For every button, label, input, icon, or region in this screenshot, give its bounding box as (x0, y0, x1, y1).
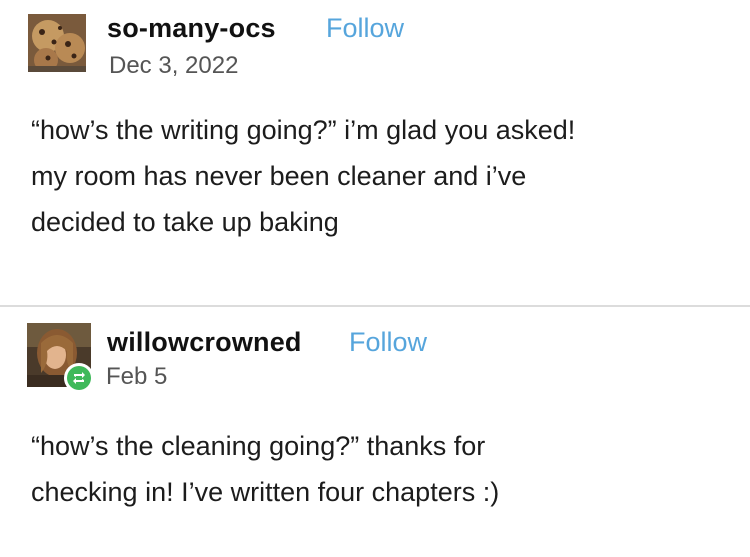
post-date: Feb 5 (106, 363, 168, 390)
post-date: Dec 3, 2022 (109, 52, 239, 79)
post-card: willowcrowned Follow Feb 5 “how’s the cl… (0, 307, 750, 557)
post-body-line: “how’s the cleaning going?” thanks for (31, 431, 486, 461)
post-card: so-many-ocs Follow Dec 3, 2022 “how’s th… (0, 0, 750, 306)
username[interactable]: willowcrowned (107, 327, 302, 358)
follow-button[interactable]: Follow (349, 327, 427, 358)
post-body: “how’s the writing going?” i’m glad you … (31, 107, 575, 245)
avatar[interactable] (28, 14, 86, 72)
reblog-icon (73, 372, 85, 384)
follow-button[interactable]: Follow (326, 13, 404, 44)
username[interactable]: so-many-ocs (107, 13, 276, 44)
post-body-line: checking in! I’ve written four chapters … (31, 477, 500, 507)
reblog-badge (64, 363, 94, 393)
post-body: “how’s the cleaning going?” thanks for c… (31, 423, 499, 515)
cookie-photo-avatar (28, 14, 86, 72)
post-body-line: “how’s the writing going?” i’m glad you … (31, 115, 576, 145)
post-body-line: decided to take up baking (31, 207, 339, 237)
post-body-line: my room has never been cleaner and i’ve (31, 161, 527, 191)
